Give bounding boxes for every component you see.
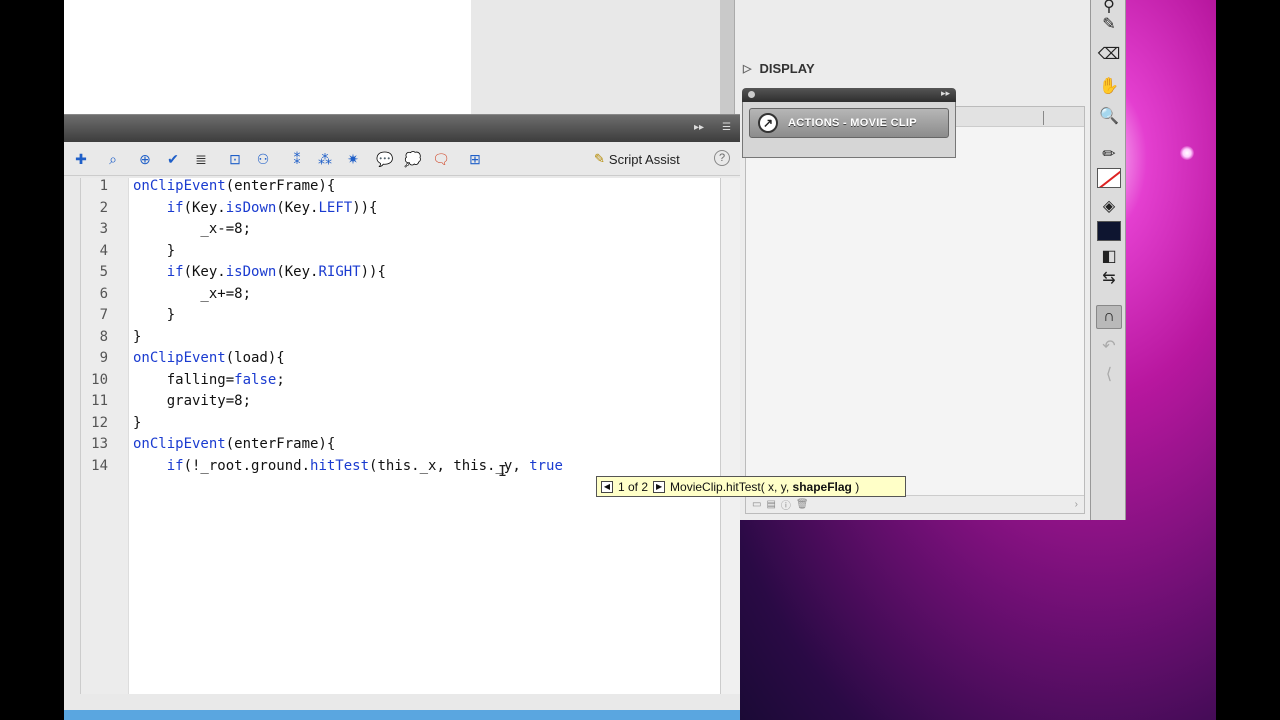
hand-icon[interactable]: ✋ bbox=[1096, 74, 1122, 98]
eyedropper-icon[interactable]: ✎ bbox=[1096, 12, 1122, 36]
text-cursor-icon: I bbox=[498, 462, 508, 480]
wallpaper-star bbox=[1180, 146, 1194, 160]
hint-signature: MovieClip.hitTest( x, y, shapeFlag ) bbox=[670, 479, 860, 494]
collapse-between-braces-icon[interactable]: ⁑ bbox=[288, 150, 306, 168]
apply-line-comment-icon[interactable]: 💭 bbox=[404, 150, 422, 168]
collapse-selection-icon[interactable]: ⁂ bbox=[316, 150, 334, 168]
code-line-5: if(Key.isDown(Key.RIGHT)){ bbox=[133, 264, 386, 280]
collapse-icon[interactable]: ▸▸ bbox=[694, 122, 704, 133]
hint-counter: 1 of 2 bbox=[618, 479, 649, 494]
actions-tab-label: ACTIONS - MOVIE CLIP bbox=[788, 117, 917, 129]
delete-icon[interactable]: 🗑 bbox=[796, 499, 809, 510]
close-dot-icon[interactable] bbox=[748, 91, 755, 98]
magic-wand-icon: ✎ bbox=[594, 151, 605, 166]
properties-icon[interactable]: ⓘ bbox=[781, 497, 791, 512]
code-line-11: gravity=8; bbox=[133, 393, 252, 409]
smooth-icon[interactable]: ↶ bbox=[1096, 334, 1122, 358]
code-line-8: } bbox=[133, 328, 142, 345]
show-hide-toolbox-icon[interactable]: ⊞ bbox=[466, 150, 484, 168]
next-hint-icon[interactable]: ▶ bbox=[653, 480, 666, 493]
right-letterbox bbox=[1216, 0, 1280, 720]
panel-menu-icon[interactable]: ☰ bbox=[722, 122, 731, 133]
snap-magnet-icon[interactable]: ∩ bbox=[1096, 305, 1122, 329]
status-bar bbox=[64, 710, 740, 720]
stage-area bbox=[64, 0, 471, 114]
floating-actions-tab[interactable]: ▸▸ ↗ ACTIONS - MOVIE CLIP bbox=[742, 88, 956, 158]
line-number: 9 bbox=[99, 350, 108, 366]
left-letterbox bbox=[0, 0, 64, 720]
debug-options-icon[interactable]: ⚇ bbox=[254, 150, 272, 168]
code-line-12: } bbox=[133, 414, 142, 431]
fill-bucket-icon[interactable]: ◈ bbox=[1096, 194, 1122, 218]
black-white-icon[interactable]: ◧ bbox=[1096, 244, 1122, 268]
expand-triangle-icon[interactable]: ▷ bbox=[743, 62, 751, 75]
check-syntax-icon[interactable]: ✔ bbox=[164, 150, 182, 168]
code-line-1: onClipEvent(enterFrame){ bbox=[133, 178, 336, 194]
floating-tab-bar[interactable]: ▸▸ bbox=[742, 88, 956, 102]
code-line-4: } bbox=[133, 242, 176, 259]
expand-all-icon[interactable]: ✷ bbox=[344, 150, 362, 168]
arrow-symbol-icon: ↗ bbox=[758, 113, 778, 133]
library-panel: ▭ ▤ ⓘ 🗑 › bbox=[745, 106, 1085, 514]
line-number: 14 bbox=[91, 457, 108, 474]
auto-format-icon[interactable]: ≣ bbox=[192, 150, 210, 168]
panel-divider bbox=[720, 0, 734, 114]
line-number: 6 bbox=[99, 285, 108, 302]
library-footer: ▭ ▤ ⓘ 🗑 › bbox=[746, 495, 1084, 513]
new-symbol-icon[interactable]: ▭ bbox=[752, 499, 761, 510]
actions-movie-clip-tab[interactable]: ↗ ACTIONS - MOVIE CLIP bbox=[749, 108, 949, 138]
tools-panel: ⚲ ✎ ⌫ ✋ 🔍 ✏ ◈ ◧ ⇆ ∩ ↶ ⟨ bbox=[1090, 0, 1126, 520]
line-number: 7 bbox=[99, 307, 108, 323]
zoom-icon[interactable]: 🔍 bbox=[1096, 104, 1122, 128]
line-number: 10 bbox=[91, 371, 108, 388]
find-icon[interactable]: ⌕ bbox=[104, 150, 122, 168]
new-folder-icon[interactable]: ▤ bbox=[766, 499, 775, 510]
stroke-pencil-icon[interactable]: ✏ bbox=[1096, 142, 1122, 166]
code-line-6: _x+=8; bbox=[133, 285, 252, 302]
script-assist-label: Script Assist bbox=[608, 151, 680, 167]
apply-block-comment-icon[interactable]: 💬 bbox=[376, 150, 394, 168]
actions-toolbar: ✚ ⌕ ⊕ ✔ ≣ ⊡ ⚇ ⁑ ⁂ ✷ 💬 💭 🗨 ⊞ ✎ Script Ass… bbox=[64, 142, 740, 176]
code-layer: 1 2 3 4 5 6 7 8 9 10 11 12 13 14 onClipEvent(enterFra… bbox=[80, 176, 720, 692]
display-section-header[interactable]: ▷ DISPLAY bbox=[743, 56, 1083, 80]
line-number: 1 bbox=[99, 178, 108, 194]
line-number: 11 bbox=[91, 393, 108, 409]
scroll-right-icon[interactable]: › bbox=[1075, 499, 1078, 510]
script-assist-button[interactable]: ✎ Script Assist bbox=[594, 150, 680, 168]
properties-panel: ▷ DISPLAY ▭ ▤ ⓘ 🗑 › bbox=[734, 0, 1090, 520]
line-number: 5 bbox=[99, 264, 108, 280]
insert-target-path-icon[interactable]: ⊕ bbox=[136, 150, 154, 168]
actions-titlebar[interactable]: ▸▸ ☰ bbox=[64, 114, 740, 142]
show-code-hint-icon[interactable]: ⊡ bbox=[226, 150, 244, 168]
eraser-icon[interactable]: ⌫ bbox=[1096, 42, 1122, 66]
line-number: 3 bbox=[99, 221, 108, 237]
display-section-label: DISPLAY bbox=[759, 60, 815, 76]
line-number: 2 bbox=[99, 199, 108, 216]
previous-hint-icon[interactable]: ◀ bbox=[601, 480, 613, 493]
code-line-7: } bbox=[133, 307, 176, 323]
code-hint-tooltip: ◀ 1 of 2 ▶ MovieClip.hitTest( x, y, shap… bbox=[596, 476, 906, 497]
collapse-arrows-icon[interactable]: ▸▸ bbox=[941, 88, 950, 99]
fill-color-swatch[interactable] bbox=[1097, 221, 1121, 241]
straighten-icon[interactable]: ⟨ bbox=[1096, 362, 1122, 386]
code-line-3: _x-=8; bbox=[133, 221, 252, 237]
code-line-13: onClipEvent(enterFrame){ bbox=[133, 436, 336, 452]
help-icon[interactable]: ? bbox=[714, 150, 730, 166]
editor-scrollbar[interactable] bbox=[720, 178, 740, 694]
line-number: 13 bbox=[91, 436, 108, 452]
code-line-2: if(Key.isDown(Key.LEFT)){ bbox=[133, 199, 378, 216]
stroke-color-swatch[interactable] bbox=[1097, 168, 1121, 188]
swap-colors-icon[interactable]: ⇆ bbox=[1096, 266, 1122, 290]
pasteboard bbox=[471, 0, 720, 114]
remove-comment-icon[interactable]: 🗨 bbox=[432, 150, 450, 168]
code-line-9: onClipEvent(load){ bbox=[133, 350, 285, 366]
line-number: 12 bbox=[91, 414, 108, 431]
line-number: 8 bbox=[99, 328, 108, 345]
add-statement-icon[interactable]: ✚ bbox=[72, 150, 90, 168]
code-line-10: falling=false; bbox=[133, 371, 285, 388]
line-number: 4 bbox=[99, 242, 108, 259]
